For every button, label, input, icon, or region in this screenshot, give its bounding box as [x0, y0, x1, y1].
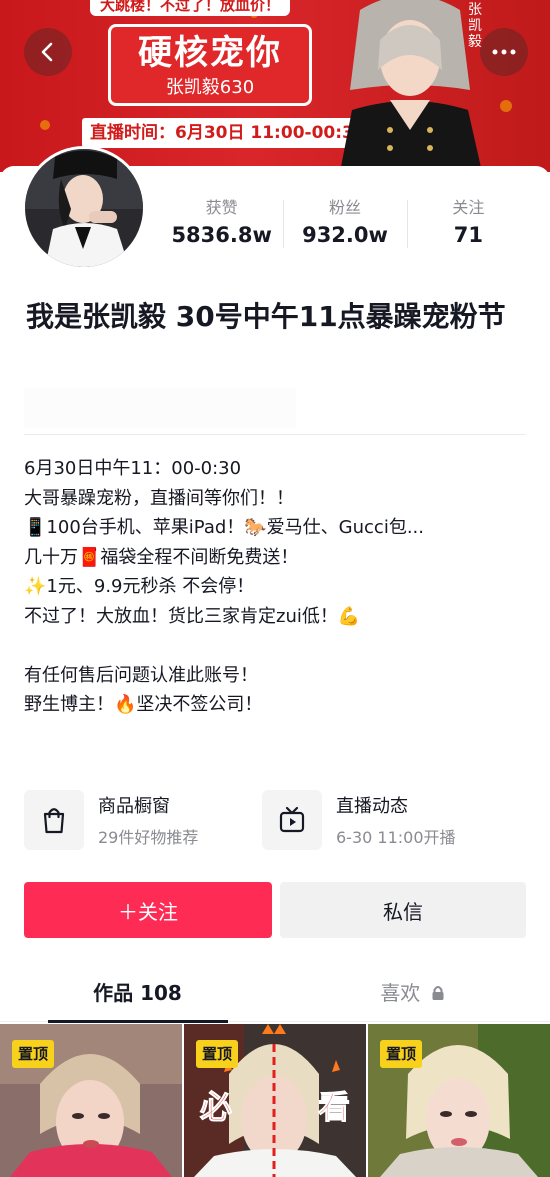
- bio-line: 📱100台手机、苹果iPad！🐎爱马仕、Gucci包...: [24, 517, 424, 538]
- banner-title: 硬核宠你: [138, 33, 282, 73]
- video-thumbnail[interactable]: 置顶: [0, 1024, 182, 1177]
- live-updates-title: 直播动态: [336, 796, 408, 817]
- more-icon: [492, 49, 516, 55]
- message-button[interactable]: 私信: [280, 882, 526, 938]
- shopping-bag-icon: [24, 790, 84, 850]
- video-thumbnail[interactable]: 置顶: [368, 1024, 550, 1177]
- tab-likes[interactable]: 喜欢: [275, 966, 550, 1022]
- lock-icon: [432, 986, 444, 1000]
- content-tabs: 作品 108 喜欢: [0, 966, 550, 1023]
- pinned-badge: 置顶: [12, 1040, 55, 1068]
- bio-line: 有任何售后问题认准此账号！: [24, 664, 258, 686]
- pinned-badge: 置顶: [196, 1040, 239, 1068]
- stat-label: 获赞: [205, 198, 238, 217]
- video-thumbnail[interactable]: 置顶 必 看: [184, 1024, 366, 1177]
- profile-stats: 获赞 5836.8w 粉丝 932.0w 关注 71: [160, 196, 530, 256]
- pinned-badge: 置顶: [380, 1040, 423, 1068]
- more-button[interactable]: [480, 28, 528, 76]
- bio-line: 6月30日中午11：00-0:30: [24, 458, 242, 479]
- live-updates-subtitle: 6-30 11:00开播: [336, 828, 456, 847]
- tv-play-icon: [262, 790, 322, 850]
- live-updates-entry[interactable]: 直播动态 6-30 11:00开播: [262, 788, 492, 852]
- follow-button[interactable]: ＋关注: [24, 882, 272, 938]
- shop-window-title: 商品橱窗: [98, 796, 170, 817]
- account-id-placeholder: [24, 388, 296, 428]
- stat-followers[interactable]: 粉丝 932.0w: [283, 196, 406, 256]
- divider: [24, 434, 526, 435]
- banner-title-box: 硬核宠你 张凯毅630: [108, 24, 312, 106]
- bio-line: ✨1元、9.9元秒杀 不会停！: [24, 576, 255, 597]
- stat-following[interactable]: 关注 71: [406, 196, 530, 256]
- stat-likes[interactable]: 获赞 5836.8w: [160, 196, 283, 256]
- bio-line: 大哥暴躁宠粉，直播间等你们！！: [24, 487, 294, 509]
- profile-nickname: 我是张凯毅 30号中午11点暴躁宠粉节: [26, 300, 506, 333]
- tab-works[interactable]: 作品 108: [0, 966, 275, 1023]
- banner-host: 张凯毅630: [165, 77, 255, 98]
- stat-label: 粉丝: [328, 198, 361, 217]
- stat-label: 关注: [452, 198, 485, 217]
- shop-window-entry[interactable]: 商品橱窗 29件好物推荐: [24, 788, 254, 852]
- back-icon: [41, 42, 53, 62]
- profile-card: 获赞 5836.8w 粉丝 932.0w 关注 71 我是张凯毅 30号中午11…: [0, 146, 550, 1177]
- tab-likes-label: 喜欢: [380, 981, 421, 1005]
- overlay-text-right: 看: [317, 1088, 351, 1127]
- bio-line: 不过了！大放血！货比三家肯定zui低！💪: [24, 605, 361, 627]
- avatar[interactable]: [22, 146, 146, 270]
- bio-line: 野生博主！🔥坚决不签公司！: [24, 694, 263, 715]
- overlay-text-left: 必: [199, 1088, 233, 1127]
- profile-bio: 6月30日中午11：00-0:30 大哥暴躁宠粉，直播间等你们！！ 📱100台手…: [24, 454, 528, 720]
- video-grid: 置顶 置顶 必 看 置顶: [0, 1024, 550, 1177]
- stat-value: 932.0w: [302, 223, 388, 247]
- active-tab-underline: [48, 1020, 228, 1023]
- stat-value: 5836.8w: [171, 223, 272, 247]
- tab-works-label: 作品 108: [93, 981, 182, 1005]
- avatar-photo: [25, 149, 143, 267]
- stat-value: 71: [453, 223, 483, 247]
- back-button[interactable]: [24, 28, 72, 76]
- bio-line: [24, 631, 528, 661]
- bio-line: 几十万🧧福袋全程不间断免费送！: [24, 546, 299, 568]
- shop-window-subtitle: 29件好物推荐: [98, 828, 199, 847]
- banner-slogan: 大跳楼！不过了！放血价！: [90, 0, 291, 16]
